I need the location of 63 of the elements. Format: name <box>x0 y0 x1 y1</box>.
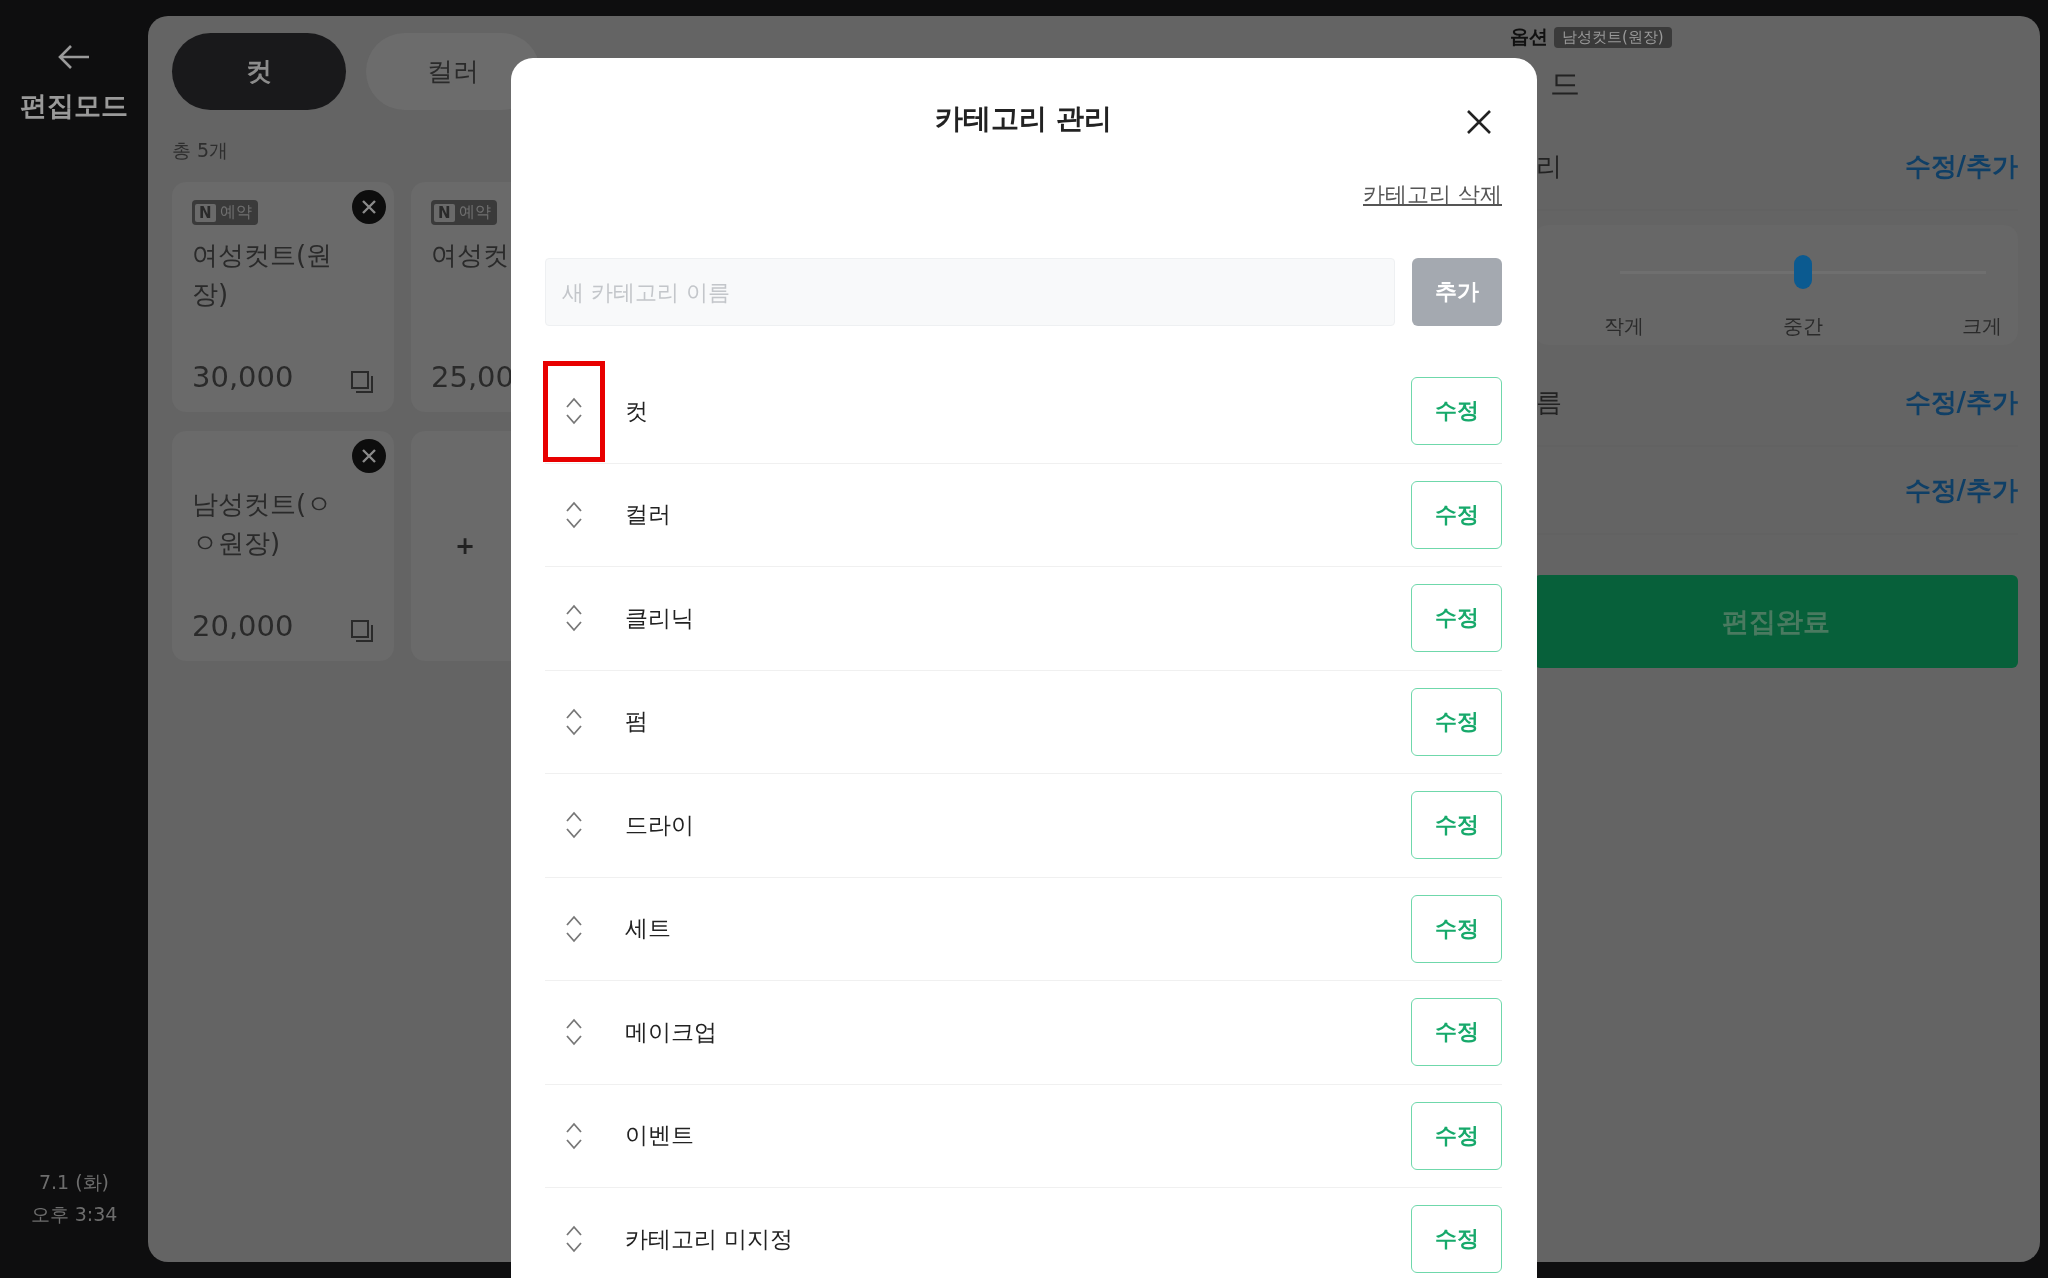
service-price: 25,00 <box>431 360 515 394</box>
category-name: 이벤트 <box>625 1121 695 1151</box>
reorder-icon[interactable] <box>565 913 583 944</box>
back-arrow-icon[interactable] <box>57 44 91 70</box>
category-name: 클리닉 <box>625 603 695 633</box>
edit-button[interactable]: 수정 <box>1411 791 1502 860</box>
settings-label: 리 <box>1536 149 1562 183</box>
edit-add-link[interactable]: 수정/추가 <box>1904 148 2018 184</box>
edit-button[interactable]: 수정 <box>1411 894 1502 963</box>
edit-button[interactable]: 수정 <box>1411 998 1502 1067</box>
edit-button[interactable]: 수정 <box>1411 584 1502 653</box>
dialog-title: 카테고리 관리 <box>934 101 1113 137</box>
service-price: 20,000 <box>192 609 294 643</box>
service-name: 남성컷트(ㅇㅇ원장) <box>192 488 334 560</box>
service-name: 여성컷 <box>431 239 510 272</box>
edit-button[interactable]: 수정 <box>1411 377 1502 446</box>
category-name: 카테고리 미지정 <box>625 1224 795 1254</box>
close-icon[interactable] <box>1466 109 1492 135</box>
date-text: 7.1 (화) <box>38 1170 110 1195</box>
badge-logo: N <box>195 203 216 222</box>
slider-thumb[interactable] <box>1794 255 1812 289</box>
slider-label: 중간 <box>1783 313 1823 340</box>
copy-icon[interactable] <box>350 370 374 394</box>
settings-label: 름 <box>1536 385 1562 419</box>
service-card[interactable]: 남성컷트(ㅇㅇ원장) 20,000 <box>172 431 394 661</box>
reorder-icon[interactable] <box>565 499 583 530</box>
category-name: 펌 <box>625 707 649 737</box>
edit-add-link[interactable]: 수정/추가 <box>1904 384 2018 420</box>
category-tab[interactable]: 컷 <box>172 33 346 110</box>
option-badge: 남성컷트(원장) <box>1554 26 1672 48</box>
service-price: 30,000 <box>192 360 294 394</box>
reorder-icon[interactable] <box>565 603 583 634</box>
slider-label: 작게 <box>1604 313 1644 340</box>
reorder-icon[interactable] <box>565 706 583 737</box>
service-name: 여성컷트(원장) <box>192 239 334 311</box>
slider-label: 크게 <box>1962 313 2002 340</box>
time-text: 오후 3:34 <box>30 1202 118 1227</box>
category-name: 컬러 <box>625 500 672 530</box>
category-tab[interactable]: 컬러 <box>366 33 540 110</box>
done-button[interactable]: 편집완료 <box>1534 575 2018 668</box>
reorder-icon[interactable] <box>565 810 583 841</box>
reorder-icon[interactable] <box>565 1017 583 1048</box>
delete-category-link[interactable]: 카테고리 삭제 <box>1363 180 1502 234</box>
category-name: 세트 <box>625 914 672 944</box>
panel-heading: 드 <box>1550 65 1581 103</box>
category-name: 컷 <box>625 396 649 426</box>
edit-button[interactable]: 수정 <box>1411 480 1502 549</box>
edit-button[interactable]: 수정 <box>1411 1101 1502 1170</box>
category-name: 드라이 <box>625 810 695 840</box>
copy-icon[interactable] <box>350 619 374 643</box>
edit-button[interactable]: 수정 <box>1411 1205 1502 1274</box>
category-name: 메이크업 <box>625 1017 718 1047</box>
remove-icon[interactable] <box>352 190 386 224</box>
reorder-icon[interactable] <box>565 396 583 427</box>
reorder-icon[interactable] <box>565 1120 583 1151</box>
plus-text: + <box>455 532 476 560</box>
edit-add-link[interactable]: 수정/추가 <box>1904 472 2018 508</box>
remove-icon[interactable] <box>352 439 386 473</box>
reorder-icon[interactable] <box>565 1224 583 1255</box>
option-label: 옵션 <box>1510 24 1548 49</box>
edit-button[interactable]: 수정 <box>1411 687 1502 756</box>
badge-logo: N <box>434 203 455 222</box>
sidebar-title: 편집모드 <box>20 89 128 123</box>
